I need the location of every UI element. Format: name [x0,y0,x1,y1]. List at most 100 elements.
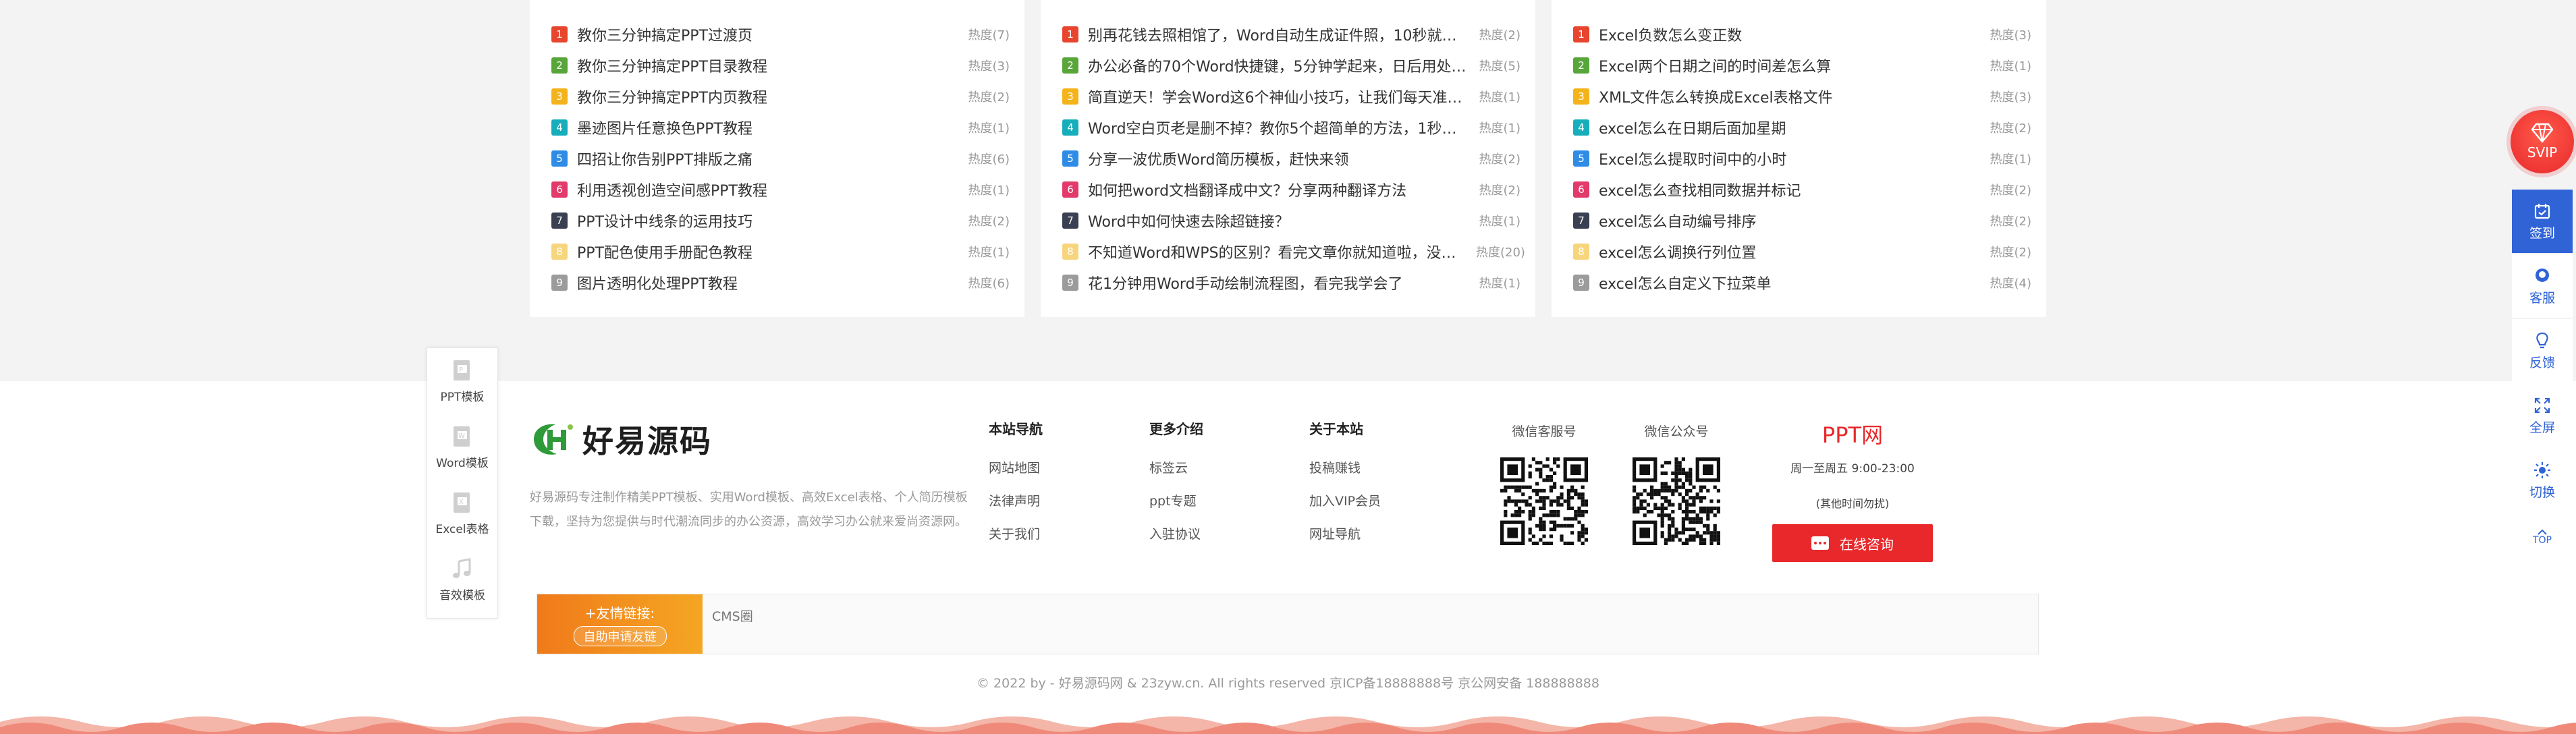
rank-item[interactable]: 9 excel怎么自定义下拉菜单 热度(4) [1573,267,2031,298]
rank-item-title[interactable]: Excel负数怎么变正数 [1599,24,1987,45]
rank-item[interactable]: 2 Excel两个日期之间的时间差怎么算 热度(1) [1573,50,2031,81]
rank-item-title[interactable]: excel怎么自定义下拉菜单 [1599,272,1987,293]
rank-item[interactable]: 6 如何把word文档翻译成中文？分享两种翻译方法 热度(2) [1062,174,1520,205]
link-sitemap[interactable]: 网站地图 [989,458,1110,491]
rank-item[interactable]: 4 Word空白页老是删不掉？教你5个超简单的方法，1秒… 热度(1) [1062,112,1520,143]
theme-toggle-button[interactable]: 切换 [2512,449,2573,512]
link-join-agreement[interactable]: 入驻协议 [1149,524,1271,557]
sun-icon [2534,461,2550,478]
rank-item[interactable]: 1 教你三分钟搞定PPT过渡页 热度(7) [551,19,1010,50]
rank-item-title[interactable]: 简直逆天！学会Word这6个神仙小技巧，让我们每天准… [1088,86,1476,107]
friend-link[interactable]: CMS圈 [712,609,753,624]
rank-item-title[interactable]: 利用透视创造空间感PPT教程 [577,179,965,200]
link-contribute[interactable]: 投稿赚钱 [1309,458,1431,491]
rank-item[interactable]: 9 图片透明化处理PPT教程 热度(6) [551,267,1010,298]
footer-nav-column-site: 本站导航 网站地图 法律声明 关于我们 [989,418,1110,557]
rank-number-badge: 9 [1573,275,1589,291]
friend-links-title: +友情链接: [584,604,655,621]
rank-item-title[interactable]: excel怎么调换行列位置 [1599,241,1987,262]
rank-item-title[interactable]: 图片透明化处理PPT教程 [577,272,965,293]
category-audio-template[interactable]: 音效模板 [427,546,497,613]
link-join-vip[interactable]: 加入VIP会员 [1309,491,1431,524]
rank-item-title[interactable]: 别再花钱去照相馆了，Word自动生成证件照，10秒就… [1088,24,1476,45]
apply-friend-link-button[interactable]: 自助申请友链 [573,625,667,646]
rank-item[interactable]: 3 XML文件怎么转换成Excel表格文件 热度(3) [1573,81,2031,112]
rank-item[interactable]: 5 分享一波优质Word简历模板，赶快来领 热度(2) [1062,143,1520,174]
link-ppt-topics[interactable]: ppt专题 [1149,491,1271,524]
rank-item-heat: 热度(2) [1990,184,2032,198]
rank-item-heat: 热度(5) [1479,59,1521,74]
back-to-top-label: TOP [2532,535,2552,546]
rank-item[interactable]: 5 Excel怎么提取时间中的小时 热度(1) [1573,143,2031,174]
rank-item[interactable]: 4 excel怎么在日期后面加星期 热度(2) [1573,112,2031,143]
rank-item-title[interactable]: XML文件怎么转换成Excel表格文件 [1599,86,1987,107]
svip-button[interactable]: SVIP [2511,110,2574,173]
rank-item-title[interactable]: excel怎么查找相同数据并标记 [1599,179,1987,200]
rank-item-title[interactable]: 教你三分钟搞定PPT过渡页 [577,24,965,45]
logo-mark-icon [534,424,573,455]
link-about-us[interactable]: 关于我们 [989,524,1110,557]
rank-item[interactable]: 8 PPT配色使用手册配色教程 热度(1) [551,236,1010,267]
rank-item-title[interactable]: 不知道Word和WPS的区别？看完文章你就知道啦，没… [1088,241,1476,262]
online-consult-button[interactable]: 在线咨询 [1772,524,1933,562]
footer-logo[interactable]: 好易源码 [530,417,712,461]
category-label: Excel表格 [435,522,489,536]
rank-item-title[interactable]: 分享一波优质Word简历模板，赶快来领 [1088,148,1476,169]
lightbulb-icon [2536,332,2548,348]
qr-label: 微信公众号 [1644,424,1709,439]
rank-item-title[interactable]: 四招让你告别PPT排版之痛 [577,148,965,169]
rank-item[interactable]: 7 excel怎么自动编号排序 热度(2) [1573,205,2031,236]
feedback-button[interactable]: 反馈 [2512,319,2573,383]
rank-item-title[interactable]: Excel怎么提取时间中的小时 [1599,148,1987,169]
theme-toggle-label: 切换 [2529,484,2555,500]
rank-item[interactable]: 2 办公必备的70个Word快捷键，5分钟学起来，日后用处… 热度(5) [1062,50,1520,81]
rank-item-heat: 热度(4) [1990,277,2032,291]
rank-item-title[interactable]: 教你三分钟搞定PPT目录教程 [577,55,965,76]
rank-item-title[interactable]: 如何把word文档翻译成中文？分享两种翻译方法 [1088,179,1476,200]
rank-item[interactable]: 1 Excel负数怎么变正数 热度(3) [1573,19,2031,50]
checkin-button[interactable]: 签到 [2512,190,2573,253]
fullscreen-button[interactable]: 全屏 [2512,384,2573,447]
rank-number-badge: 1 [1573,26,1589,43]
rank-item-title[interactable]: excel怎么在日期后面加星期 [1599,117,1987,138]
rank-number-badge: 1 [1062,26,1078,43]
rank-item[interactable]: 6 利用透视创造空间感PPT教程 热度(1) [551,174,1010,205]
rank-number-badge: 7 [1573,213,1589,229]
rank-item-title[interactable]: 花1分钟用Word手动绘制流程图，看完我学会了 [1088,272,1476,293]
wechat-official-qr: 微信公众号 [1629,422,1724,548]
rank-item[interactable]: 4 墨迹图片任意换色PPT教程 热度(1) [551,112,1010,143]
link-tag-cloud[interactable]: 标签云 [1149,458,1271,491]
rank-item[interactable]: 9 花1分钟用Word手动绘制流程图，看完我学会了 热度(1) [1062,267,1520,298]
link-legal[interactable]: 法律声明 [989,491,1110,524]
rank-item[interactable]: 1 别再花钱去照相馆了，Word自动生成证件照，10秒就… 热度(2) [1062,19,1520,50]
rank-item-title[interactable]: 墨迹图片任意换色PPT教程 [577,117,965,138]
rank-item-title[interactable]: Word中如何快速去除超链接？ [1088,210,1476,231]
rank-item[interactable]: 2 教你三分钟搞定PPT目录教程 热度(3) [551,50,1010,81]
rank-item[interactable]: 8 不知道Word和WPS的区别？看完文章你就知道啦，没… 热度(20) [1062,236,1525,267]
rank-item-title[interactable]: excel怎么自动编号排序 [1599,210,1987,231]
rank-item[interactable]: 6 excel怎么查找相同数据并标记 热度(2) [1573,174,2031,205]
rank-item-title[interactable]: Word空白页老是删不掉？教你5个超简单的方法，1秒… [1088,117,1476,138]
rank-item-title[interactable]: PPT配色使用手册配色教程 [577,241,965,262]
rank-item[interactable]: 8 excel怎么调换行列位置 热度(2) [1573,236,2031,267]
rank-item[interactable]: 3 教你三分钟搞定PPT内页教程 热度(2) [551,81,1010,112]
rank-item-heat: 热度(2) [1479,28,1521,43]
rank-item-title[interactable]: 办公必备的70个Word快捷键，5分钟学起来，日后用处… [1088,55,1476,76]
category-ppt-template[interactable]: P PPT模板 [427,348,497,414]
rank-item[interactable]: 5 四招让你告别PPT排版之痛 热度(6) [551,143,1010,174]
rank-item[interactable]: 7 Word中如何快速去除超链接？ 热度(1) [1062,205,1520,236]
rank-item[interactable]: 3 简直逆天！学会Word这6个神仙小技巧，让我们每天准… 热度(1) [1062,81,1520,112]
rank-item[interactable]: 7 PPT设计中线条的运用技巧 热度(2) [551,205,1010,236]
category-word-template[interactable]: W Word模板 [427,414,497,480]
rank-item-title[interactable]: Excel两个日期之间的时间差怎么算 [1599,55,1987,76]
rank-item-title[interactable]: PPT设计中线条的运用技巧 [577,210,965,231]
headset-icon [2536,268,2549,283]
customer-service-button[interactable]: 客服 [2512,254,2573,318]
rank-number-badge: 7 [1062,213,1078,229]
rank-item-title[interactable]: 教你三分钟搞定PPT内页教程 [577,86,965,107]
category-excel-template[interactable]: X Excel表格 [427,480,497,546]
word-file-icon: W [449,425,475,448]
chevron-up-icon [2538,530,2547,535]
link-url-nav[interactable]: 网址导航 [1309,524,1431,557]
back-to-top-button[interactable]: TOP [2512,517,2573,558]
